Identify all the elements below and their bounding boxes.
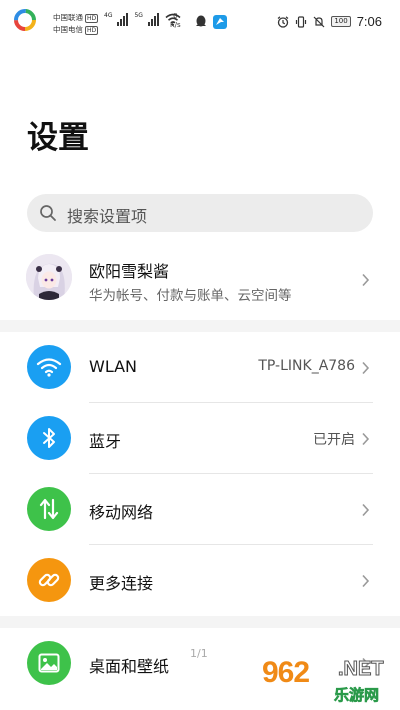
search-input[interactable]: 搜索设置项	[27, 194, 373, 232]
chevron-right-icon	[362, 361, 370, 375]
row-value: TP-LINK_A786	[258, 358, 355, 374]
vibrate-icon	[296, 15, 307, 28]
settings-header: 设置 搜索设置项 欧阳雪梨酱 华为帐号、付款与账单、云空间等	[0, 48, 400, 320]
row-wlan[interactable]: WLAN TP-LINK_A786	[0, 332, 400, 403]
battery-icon: 100	[331, 16, 351, 27]
chevron-right-icon	[362, 574, 370, 588]
status-bar: 中国联通 HD 中国电信 HD 4G 5G 0 K/s 100 7:06	[0, 0, 400, 48]
mobile-data-icon	[27, 487, 71, 531]
connectivity-group: WLAN TP-LINK_A786 蓝牙 已开启 移动网络 更多连接	[0, 332, 400, 616]
status-right: 100 7:06	[277, 14, 382, 29]
row-more-connections[interactable]: 更多连接	[0, 545, 400, 616]
account-name: 欧阳雪梨酱	[89, 262, 170, 281]
hd-badge: HD	[85, 25, 99, 35]
net-speed: 0 K/s	[170, 12, 181, 30]
search-placeholder: 搜索设置项	[67, 207, 148, 226]
row-label: 移动网络	[89, 503, 154, 522]
alarm-icon	[277, 15, 289, 28]
net-speed-value: 0	[173, 12, 178, 20]
chevron-right-icon	[362, 273, 370, 287]
chevron-right-icon	[362, 432, 370, 446]
row-label: 更多连接	[89, 574, 154, 593]
notification-icons	[195, 15, 227, 29]
message-app-icon	[213, 15, 227, 29]
carrier-info: 中国联通 HD 中国电信 HD	[53, 12, 99, 36]
search-icon	[40, 205, 56, 221]
signal-icon	[147, 13, 159, 26]
app-ring-icon	[14, 9, 36, 31]
avatar	[26, 254, 72, 300]
watermark-logo: 962 .NET 乐游网	[262, 656, 396, 706]
net-type-2: 5G	[134, 12, 143, 19]
bluetooth-icon	[27, 416, 71, 460]
net-speed-unit: K/s	[170, 21, 181, 29]
carrier-1: 中国联通	[53, 13, 83, 22]
watermark-site: 乐游网	[334, 686, 380, 705]
clock: 7:06	[356, 14, 382, 29]
net-type-1: 4G	[104, 12, 113, 19]
account-subtitle: 华为帐号、付款与账单、云空间等	[89, 288, 292, 304]
watermark-suffix: .NET	[338, 658, 385, 681]
row-label: WLAN	[89, 357, 138, 376]
wifi-icon	[27, 345, 71, 389]
row-mobile-network[interactable]: 移动网络	[0, 474, 400, 545]
signal-icon	[117, 13, 129, 26]
row-bluetooth[interactable]: 蓝牙 已开启	[0, 403, 400, 474]
watermark-brand: 962	[262, 656, 310, 689]
carrier-2: 中国电信	[53, 25, 83, 34]
row-label: 蓝牙	[89, 432, 122, 451]
wallpaper-icon	[27, 641, 71, 685]
row-value: 已开启	[313, 432, 355, 448]
page-title: 设置	[27, 120, 89, 156]
page-indicator: 1/1	[190, 647, 208, 660]
account-row[interactable]: 欧阳雪梨酱 华为帐号、付款与账单、云空间等	[0, 238, 400, 320]
qq-icon	[196, 15, 206, 27]
mute-icon	[313, 16, 325, 27]
chevron-right-icon	[362, 503, 370, 517]
row-label: 桌面和壁纸	[89, 657, 170, 676]
link-icon	[27, 558, 71, 602]
hd-badge: HD	[85, 13, 99, 23]
